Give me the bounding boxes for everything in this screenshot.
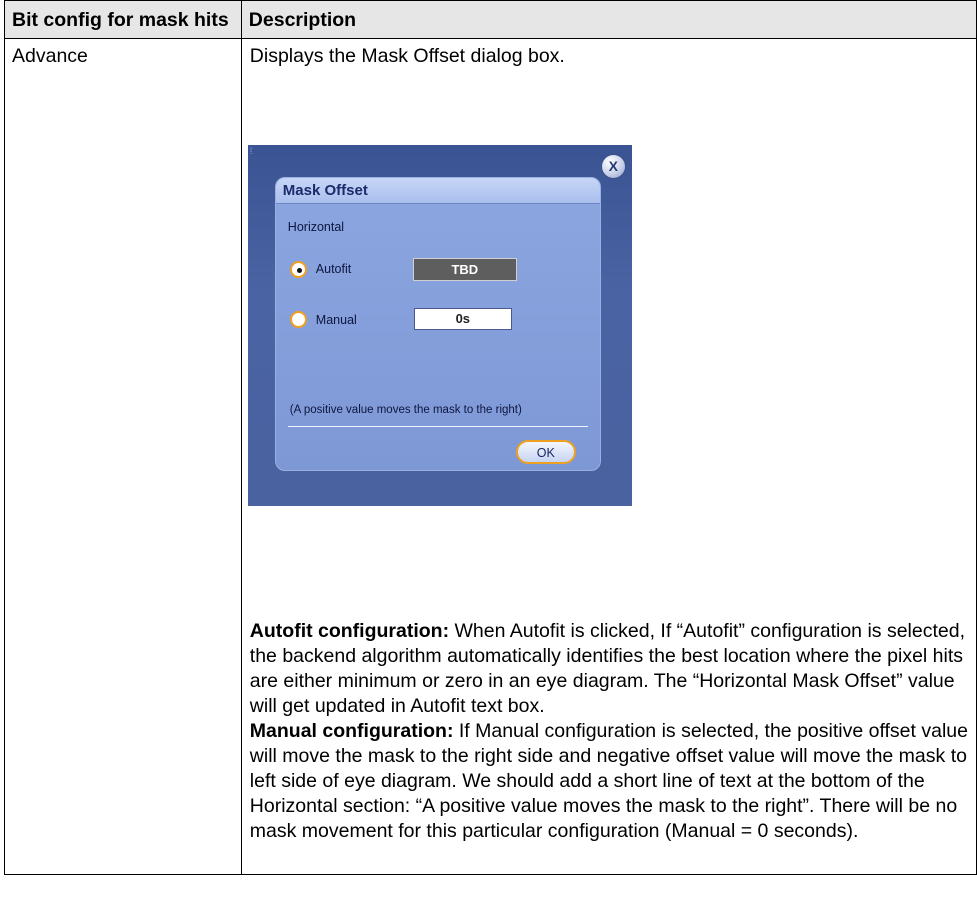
row-name-cell: Advance [4,38,242,875]
manual-radio[interactable] [289,311,307,328]
manual-heading: Manual configuration: [249,720,454,742]
autofit-label: Autofit [315,262,352,276]
autofit-radio[interactable] [289,261,307,278]
column-header-description-label: Description [248,9,357,31]
row-name: Advance [12,45,88,67]
row-description-cell: Displays the Mask Offset dialog box. ⁞ X… [240,38,977,875]
dialog-title: Mask Offset [282,182,368,199]
positive-value-hint: (A positive value moves the mask to the … [289,404,522,416]
close-button[interactable]: X [600,154,626,179]
mask-offset-dialog: Mask Offset Horizontal Autofit TBD Manua… [274,177,601,471]
column-header-bit-config: Bit config for mask hits [4,0,242,39]
ok-button[interactable]: OK [515,440,576,464]
close-icon: X [608,158,618,174]
table-row: Advance Displays the Mask Offset dialog … [4,38,977,875]
dialog-separator [287,426,588,427]
table-header-row: Bit config for mask hits Description [4,0,977,39]
column-header-bit-config-label: Bit config for mask hits [12,9,229,31]
drag-grip-icon[interactable]: ⁞ [250,147,258,156]
manual-value-input[interactable]: 0s [413,308,512,330]
description-table: Bit config for mask hits Description Adv… [4,0,977,875]
horizontal-section-label: Horizontal [287,220,345,234]
mask-offset-screenshot: ⁞ X Mask Offset Horizontal Autofit TBD M… [247,145,632,506]
autofit-heading: Autofit configuration: [249,620,450,642]
radio-selected-dot-icon [296,268,302,273]
configuration-description: Autofit configuration: When Autofit is c… [250,619,970,844]
autofit-value-box: TBD [412,258,517,281]
column-header-description: Description [240,0,977,39]
dialog-title-bar: Mask Offset [275,178,600,204]
manual-label: Manual [315,313,357,327]
description-intro: Displays the Mask Offset dialog box. [249,45,565,67]
